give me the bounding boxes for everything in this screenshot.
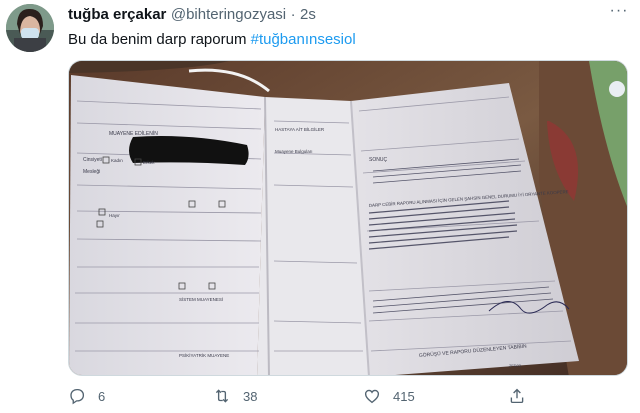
tweet-text: Bu da benim darp raporum #tuğbanınsesiol — [68, 31, 356, 48]
tweet-header: tuğba erçakar @bihteringozyasi · 2s — [68, 6, 316, 26]
tweet-photo[interactable]: MUAYENE EDİLENİN Cinsiyeti Kadın Erkek M… — [68, 60, 628, 376]
retweet-count: 38 — [243, 388, 258, 404]
document-opt-male: Erkek — [143, 160, 155, 165]
tweet-time[interactable]: 2s — [300, 6, 316, 23]
document-col1-heading: MUAYENE EDİLENİN — [109, 130, 158, 137]
like-button[interactable]: 415 — [363, 384, 415, 408]
document-field-job: Mesleği — [83, 169, 100, 175]
tweet[interactable]: tuğba erçakar @bihteringozyasi · 2s ··· … — [0, 0, 640, 413]
display-name[interactable]: tuğba erçakar — [68, 6, 166, 23]
like-count: 415 — [393, 388, 415, 404]
heart-icon — [364, 389, 380, 404]
user-handle[interactable]: @bihteringozyasi — [171, 6, 286, 23]
reply-icon — [70, 388, 85, 405]
hashtag-link[interactable]: #tuğbanınsesiol — [251, 31, 356, 48]
document-exam-heading: SİSTEM MUAYENESİ — [179, 296, 223, 302]
more-icon[interactable]: ··· — [608, 3, 630, 22]
document-field-gender: Cinsiyeti — [83, 157, 102, 163]
reply-button[interactable]: 6 — [68, 384, 105, 408]
document-code: 2FD23 — [509, 363, 522, 368]
share-icon — [510, 388, 524, 404]
separator-dot: · — [290, 6, 296, 23]
retweet-button[interactable]: 38 — [213, 384, 257, 408]
photo-report-document: MUAYENE EDİLENİN Cinsiyeti Kadın Erkek M… — [69, 61, 627, 375]
retweet-icon — [215, 389, 229, 403]
document-field-no: Hayır — [109, 213, 120, 218]
document-opt-female: Kadın — [111, 158, 123, 163]
reply-count: 6 — [98, 388, 106, 404]
avatar[interactable] — [6, 4, 54, 52]
tweet-text-body: Bu da benim darp raporum — [68, 31, 251, 48]
document-bottom-heading: PSİKİYATRİK MUAYENE — [179, 352, 229, 358]
tweet-actions: 6 38 415 — [68, 384, 588, 408]
avatar-image — [6, 4, 54, 52]
document-field-exam: Muayene Bulguları — [275, 149, 313, 154]
document-col2-heading: HASTAYA AİT BİLGİLER — [275, 126, 325, 132]
document-col3-heading: SONUÇ — [369, 157, 387, 163]
share-button[interactable] — [508, 384, 526, 408]
